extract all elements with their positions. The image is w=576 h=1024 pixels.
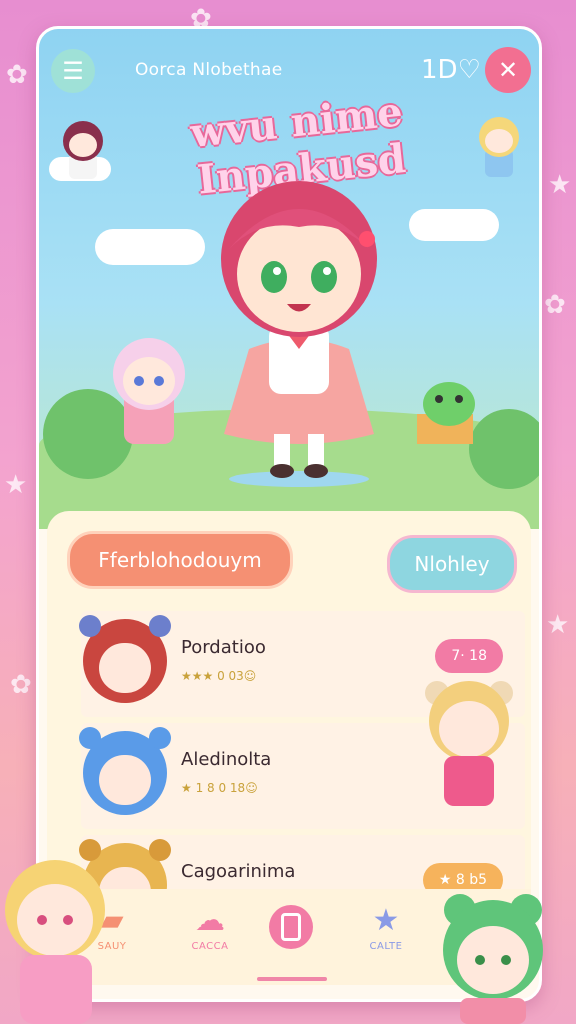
avatar bbox=[79, 727, 171, 815]
avatar-face bbox=[99, 755, 151, 805]
cloud-decoration bbox=[409, 209, 499, 241]
secondary-action-button[interactable]: Nlohley bbox=[387, 535, 517, 593]
avatar-ear bbox=[79, 615, 101, 637]
nav-item-cacca[interactable]: ☁ CACCA bbox=[175, 903, 245, 953]
nav-item-calte[interactable]: ★ CALTE bbox=[351, 903, 421, 953]
close-button[interactable]: ✕ bbox=[485, 47, 531, 93]
small-character-illustration bbox=[63, 121, 103, 179]
star-decoration-icon: ★ bbox=[546, 610, 570, 640]
home-indicator bbox=[257, 977, 327, 981]
primary-action-button[interactable]: Fferblohodouym bbox=[67, 531, 293, 589]
close-icon: ✕ bbox=[497, 56, 519, 84]
star-decoration-icon: ✿ bbox=[6, 60, 28, 90]
menu-button[interactable]: ☰ bbox=[51, 49, 95, 93]
favorite-label: 1D bbox=[421, 55, 458, 85]
list-item-badge[interactable]: 7· 18 bbox=[435, 639, 503, 673]
avatar-face bbox=[99, 643, 151, 693]
mascot-frog-illustration bbox=[417, 382, 475, 444]
corner-character-illustration bbox=[5, 860, 105, 1024]
menu-icon: ☰ bbox=[62, 57, 84, 85]
avatar-ear bbox=[149, 727, 171, 749]
star-decoration-icon: ✿ bbox=[544, 290, 566, 320]
avatar-ear bbox=[149, 839, 171, 861]
avatar-ear bbox=[79, 727, 101, 749]
small-character-illustration bbox=[479, 117, 519, 177]
phone-icon bbox=[281, 913, 301, 941]
side-character-illustration bbox=[113, 338, 185, 444]
list-item-rating: ★★★ 0 03☺ bbox=[181, 669, 257, 683]
nav-item-home[interactable] bbox=[269, 905, 313, 949]
hero-banner: ☰ Oorca Nlobethae 1D♡ ✕ wvu nime Inpakus… bbox=[39, 29, 539, 529]
list-item-name: Aledinolta bbox=[181, 749, 272, 770]
corner-character-illustration bbox=[443, 894, 543, 1024]
star-decoration-icon: ✿ bbox=[10, 670, 32, 700]
cloud-icon: ☁ bbox=[195, 903, 225, 938]
avatar bbox=[79, 615, 171, 703]
star-decoration-icon: ★ bbox=[548, 170, 572, 200]
star-decoration-icon: ★ bbox=[4, 470, 28, 500]
app-title: Oorca Nlobethae bbox=[135, 60, 283, 80]
list-item-name: Cagoarinima bbox=[181, 861, 296, 882]
nav-item-label: CALTE bbox=[369, 941, 403, 952]
list-item-rating: ★ 1 8 0 18☺ bbox=[181, 781, 258, 795]
list-item-name: Pordatioo bbox=[181, 637, 266, 658]
hero-character-illustration bbox=[221, 181, 377, 487]
star-icon: ★ bbox=[372, 903, 400, 938]
nav-item-label: CACCA bbox=[191, 941, 229, 952]
bear-character-illustration bbox=[425, 681, 513, 806]
avatar-ear bbox=[149, 615, 171, 637]
